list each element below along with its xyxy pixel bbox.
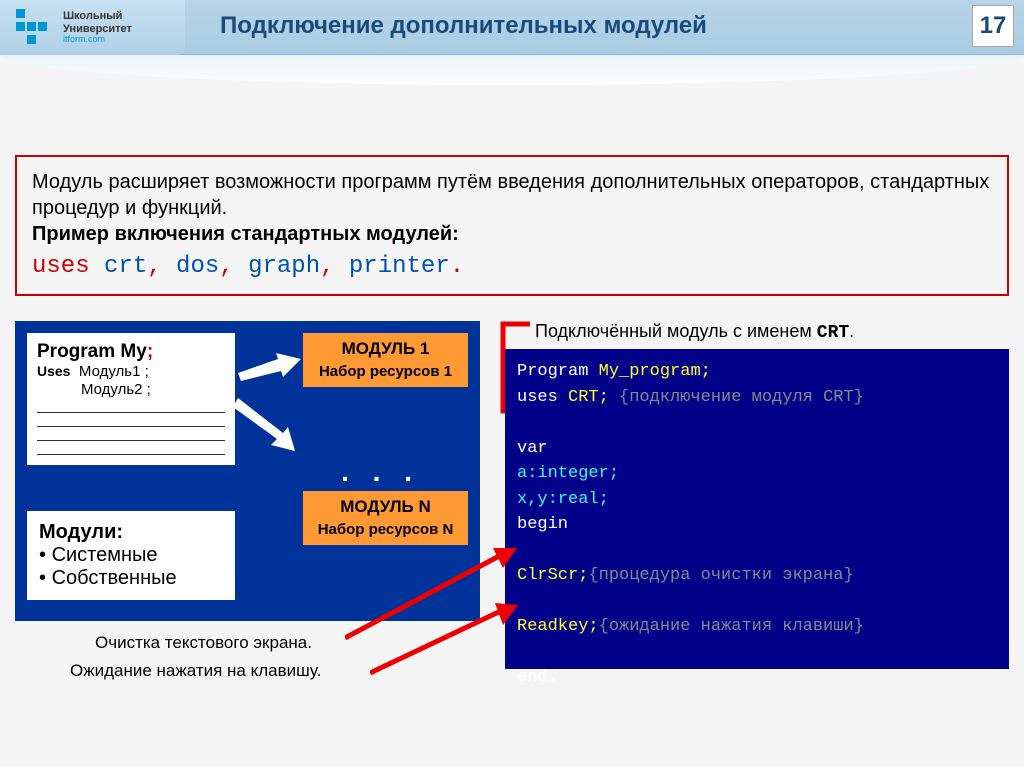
module-n-sub: Набор ресурсов N xyxy=(311,521,460,539)
definition-text: Модуль расширяет возможности программ пу… xyxy=(32,171,989,219)
program-card: Program My; Uses Модуль1 ; Модуль2 ; xyxy=(27,333,235,465)
module-dos: dos xyxy=(176,253,219,280)
code-terminal: Program My_program; uses CRT; {подключен… xyxy=(505,349,1009,669)
ellipsis: . . . xyxy=(341,456,420,488)
module-1-sub: Набор ресурсов 1 xyxy=(311,363,460,381)
arrow-to-moduleN xyxy=(233,393,303,453)
module-n-title: МОДУЛЬ N xyxy=(311,497,460,517)
module-types-card: Модули: • Системные • Собственные xyxy=(27,511,235,600)
program-title: Program My xyxy=(37,341,147,362)
uses-label: Uses xyxy=(37,363,70,379)
logo-area: Школьный Университет itform.com xyxy=(0,0,185,55)
module-1-card: МОДУЛЬ 1 Набор ресурсов 1 xyxy=(303,333,468,387)
module-n-card: МОДУЛЬ N Набор ресурсов N xyxy=(303,491,468,545)
slide-title: Подключение дополнительных модулей xyxy=(220,12,707,40)
uses-example: uses crt, dos, graph, printer. xyxy=(32,251,992,282)
uses-mod1: Модуль1 ; xyxy=(79,363,149,380)
logo-line1: Школьный xyxy=(63,10,122,22)
slide-header: Школьный Университет itform.com Подключе… xyxy=(0,0,1024,55)
uses-keyword: uses xyxy=(32,253,90,280)
page-number: 17 xyxy=(972,5,1014,47)
arrow-to-module1 xyxy=(233,351,303,386)
crt-annotation: Подключённый модуль с именем CRT. xyxy=(535,321,1009,343)
logo-text: Школьный Университет itform.com xyxy=(63,10,132,44)
module-crt: crt xyxy=(104,253,147,280)
module-1-title: МОДУЛЬ 1 xyxy=(311,339,460,359)
types-title: Модули: xyxy=(39,521,223,544)
logo-sub: itform.com xyxy=(63,35,132,45)
module-printer: printer xyxy=(349,253,450,280)
definition-box: Модуль расширяет возможности программ пу… xyxy=(15,155,1009,296)
type-system: • Системные xyxy=(39,544,223,567)
uses-mod2: Модуль2 ; xyxy=(81,381,151,398)
logo-line2: Университет xyxy=(63,23,132,35)
module-graph: graph xyxy=(248,253,320,280)
type-own: • Собственные xyxy=(39,567,223,590)
arrow-to-readkey xyxy=(370,601,520,676)
example-label: Пример включения стандартных модулей: xyxy=(32,223,459,245)
logo-icon xyxy=(15,8,55,48)
